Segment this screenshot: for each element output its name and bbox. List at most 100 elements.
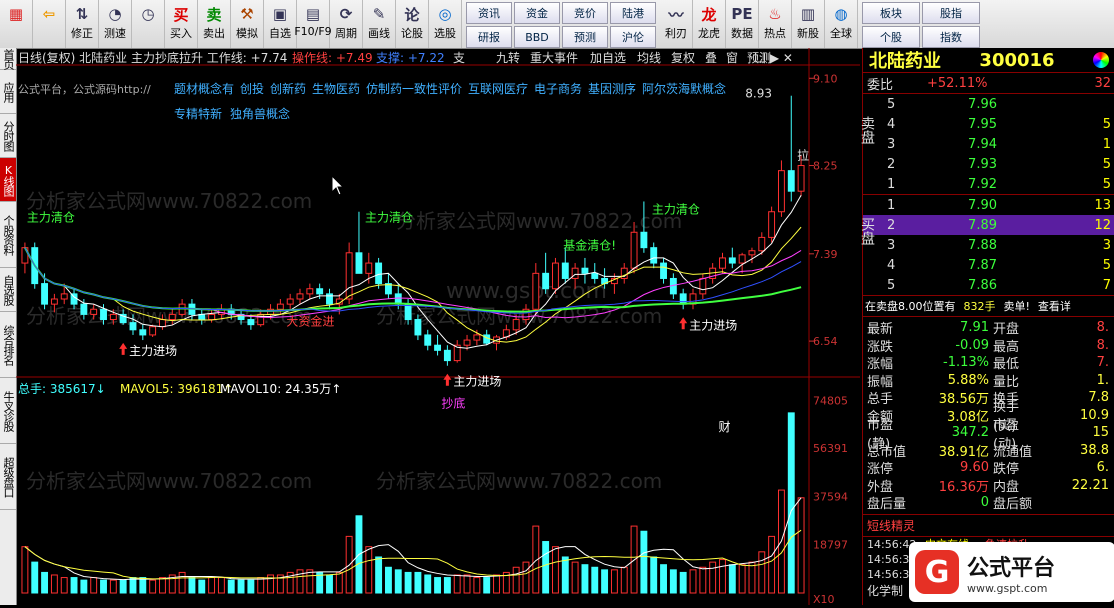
toolbar-button-windows[interactable]: ▦ xyxy=(0,0,33,48)
ask-row[interactable]: 2 7.93 5 xyxy=(863,154,1114,174)
chart-svg[interactable]: 分析家公式网www.70822.com 分析家公式网www.70822.com 分析… xyxy=(16,48,860,606)
sidebar-tab[interactable]: 个股资料 xyxy=(0,202,16,268)
chart-menu-item[interactable]: 复权 xyxy=(671,51,695,65)
volume-bar xyxy=(100,579,107,594)
level-price: 7.95 xyxy=(968,116,997,132)
sidebar-tab[interactable]: 综合排名 xyxy=(0,312,16,378)
sidebar-tab[interactable]: 牛叉诊股 xyxy=(0,378,16,444)
globe-icon: ◍ xyxy=(834,5,848,23)
elf-title[interactable]: 短线精灵 xyxy=(863,515,1114,537)
quote-value: 22.21 xyxy=(1071,477,1109,493)
ask-row[interactable]: 3 7.94 1 xyxy=(863,134,1114,154)
bid-row[interactable]: 1 7.90 13 xyxy=(863,195,1114,215)
candle-body xyxy=(463,339,471,346)
chart-menu-item[interactable]: 叠 xyxy=(705,51,717,65)
volume-bar xyxy=(561,556,569,594)
level-volume: 5 xyxy=(1102,116,1111,132)
quote-row: 盘后量 0 盘后额 xyxy=(867,494,1111,512)
candle-body xyxy=(286,298,294,305)
ask-row[interactable]: 4 7.95 5 xyxy=(863,114,1114,134)
sidebar-tab[interactable]: 自选股 xyxy=(0,268,16,312)
sidebar-tab[interactable]: 超级盘口 xyxy=(0,444,16,510)
index-button[interactable]: 股指 xyxy=(922,2,980,24)
chart-menu-item[interactable]: 加自选 xyxy=(590,51,626,65)
quick-button[interactable]: 预测 xyxy=(562,26,608,48)
toolbar-button-ipo[interactable]: ▥ 新股 xyxy=(792,0,825,48)
quote-key: 最新 xyxy=(867,322,894,338)
candle-body xyxy=(552,262,559,290)
sidebar-tab[interactable]: 首页 xyxy=(0,48,16,70)
toolbar-button-buy[interactable]: 买买入 xyxy=(165,0,198,48)
candle-body xyxy=(679,293,687,305)
candle-body xyxy=(434,344,442,351)
candle-body xyxy=(797,165,805,192)
volume-bar xyxy=(257,577,265,594)
toolbar-button-globe[interactable]: ◍ 全球 xyxy=(825,0,858,48)
quick-button[interactable]: 资金 xyxy=(514,2,560,24)
quote-key: 总手 xyxy=(867,392,894,408)
kline-chart-area[interactable]: 分析家公式网www.70822.com 分析家公式网www.70822.com 分析… xyxy=(16,48,860,606)
bottom-label: 抄底 xyxy=(441,396,465,411)
left-sidebar: 首页 应用 分时图 K线图 个股资料 自选股 综合排名 牛叉诊股 超级盘口 xyxy=(0,48,17,605)
color-wheel-icon[interactable] xyxy=(1093,52,1109,68)
quick-button[interactable]: 资讯 xyxy=(466,2,512,24)
toolbar-button-speedometer[interactable]: ◔ 测速 xyxy=(99,0,132,48)
quick-button[interactable]: 沪伦 xyxy=(610,26,656,48)
quick-button[interactable]: 陆港 xyxy=(610,2,656,24)
toolbar-button-back-arrow[interactable]: ⇦ xyxy=(33,0,66,48)
bid-row[interactable]: 4 7.87 5 xyxy=(863,255,1114,275)
sector-footer: 化学制 xyxy=(867,584,904,598)
toolbar-button-dragon[interactable]: 龙龙虎 xyxy=(693,0,726,48)
volume-bar xyxy=(41,571,49,594)
quote-key: 流通值 xyxy=(993,444,1033,460)
volume-bar xyxy=(571,561,579,594)
toolbar-button-up-down-arrow[interactable]: ⇅ 修正 xyxy=(66,0,99,48)
clear-signal-label: 主力清仓 xyxy=(365,211,413,225)
index-button[interactable]: 板块 xyxy=(862,2,920,24)
candle-body xyxy=(660,262,667,279)
toolbar-button-chat[interactable]: 论论股 xyxy=(396,0,429,48)
bid-row[interactable]: 3 7.88 3 xyxy=(863,235,1114,255)
candle-body xyxy=(306,288,314,295)
sidebar-tab[interactable]: K线图 xyxy=(0,158,16,202)
ask-row[interactable]: 5 7.96 xyxy=(863,94,1114,114)
toolbar-button-window[interactable]: ▤ F10/F9 xyxy=(294,0,332,48)
chart-menu-item[interactable]: 均线 xyxy=(637,51,661,65)
toolbar-button-fire[interactable]: ♨ 热点 xyxy=(759,0,792,48)
toolbar-button-sell[interactable]: 卖卖出 xyxy=(198,0,231,48)
quick-button[interactable]: 竞价 xyxy=(562,2,608,24)
volume-bar xyxy=(70,577,78,594)
chart-menu-item[interactable]: 重大事件 xyxy=(530,51,578,65)
chart-menu-item[interactable]: 窗 xyxy=(726,51,738,65)
toolbar-button-clock[interactable]: ◷ xyxy=(132,0,165,48)
chart-menu-item[interactable]: 九转 xyxy=(496,50,520,65)
toolbar-button-pe[interactable]: PE 数据 xyxy=(726,0,759,48)
quick-button[interactable]: BBD xyxy=(514,26,560,48)
concept-tag: 互联网医疗 xyxy=(468,82,528,96)
ipo-icon: ▥ xyxy=(800,5,816,23)
volume-bar xyxy=(335,571,343,594)
index-button[interactable]: 指数 xyxy=(922,26,980,48)
toolbar-button-cycle[interactable]: ⟳ 周期 xyxy=(330,0,363,48)
quick-button[interactable]: 研报 xyxy=(466,26,512,48)
level-number: 1 xyxy=(887,176,896,192)
sidebar-tab[interactable]: 应用 xyxy=(0,70,16,114)
candle-body xyxy=(483,334,491,344)
bid-row[interactable]: 2 7.89 12 xyxy=(863,215,1114,235)
volume-bar xyxy=(247,579,255,594)
bid-row[interactable]: 5 7.86 7 xyxy=(863,275,1114,295)
hammer-icon: ⚒ xyxy=(240,5,254,23)
toolbar-button-pen[interactable]: ✎ 画线 xyxy=(363,0,396,48)
toolbar-button-search-chart[interactable]: ◎ 选股 xyxy=(429,0,462,48)
ask-row[interactable]: 1 7.92 5 xyxy=(863,174,1114,194)
volume-bar xyxy=(797,497,805,594)
quote-value: 38.56万 xyxy=(938,392,989,408)
index-button[interactable]: 个股 xyxy=(862,26,920,48)
pending-detail-link[interactable]: 查看详 xyxy=(1038,298,1071,314)
toolbar-button-save[interactable]: ▣ 自选 xyxy=(264,0,297,48)
sidebar-tab[interactable]: 分时图 xyxy=(0,114,16,158)
toolbar-button-hammer[interactable]: ⚒ 模拟 xyxy=(231,0,264,48)
toolbar-button-chart[interactable]: 〰利刃 xyxy=(660,0,693,48)
candle-body xyxy=(620,267,628,279)
candle-body xyxy=(512,319,520,331)
